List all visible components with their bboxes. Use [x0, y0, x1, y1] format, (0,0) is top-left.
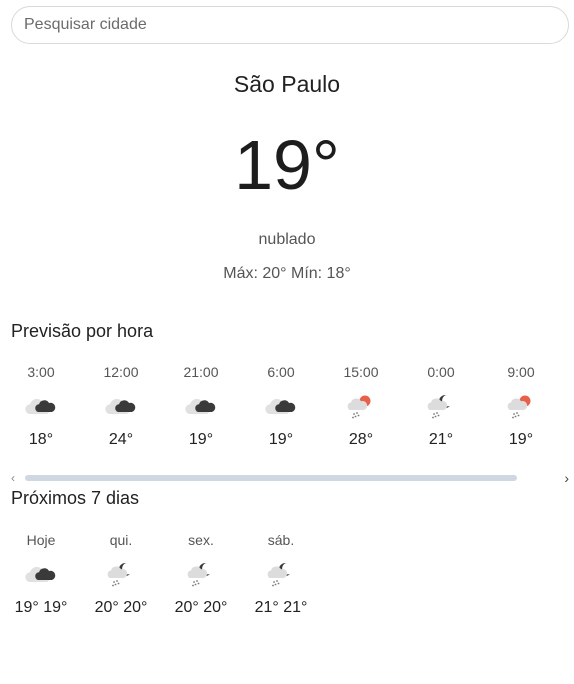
daily-item: sáb. 21° 21° — [251, 530, 311, 618]
hour-label: 0:00 — [427, 364, 455, 380]
current-temperature: 19° — [234, 126, 340, 204]
scroll-left-arrow[interactable]: ‹ — [11, 470, 15, 486]
hour-label: 6:00 — [267, 364, 295, 380]
scrollbar-thumb[interactable] — [25, 475, 517, 481]
hourly-item: 3:00 18° — [11, 362, 71, 450]
daily-item: sex. 20° 20° — [171, 530, 231, 618]
moon-rain-icon — [171, 550, 231, 598]
day-temperatures: 21° 21° — [254, 599, 308, 616]
day-temperatures: 20° 20° — [174, 599, 228, 616]
daily-forecast-title: Próximos 7 dias — [11, 488, 140, 508]
daily-item: Hoje 19° 19° — [11, 530, 71, 618]
weather-condition: nublado — [258, 231, 316, 248]
hour-temperature: 19° — [188, 431, 214, 448]
hour-label: 12:00 — [103, 364, 139, 380]
city-name: São Paulo — [233, 71, 341, 97]
daily-item: qui. 20° 20° — [91, 530, 151, 618]
hour-label: 15:00 — [343, 364, 379, 380]
search-input[interactable] — [11, 6, 569, 44]
hourly-scrollbar[interactable]: ‹ › — [11, 470, 569, 486]
hourly-item: 12:00 24° — [91, 362, 151, 450]
hourly-item: 0:00 21° — [411, 362, 471, 450]
day-label: qui. — [109, 532, 133, 548]
scroll-right-arrow[interactable]: › — [564, 470, 569, 486]
moon-rain-icon — [91, 550, 151, 598]
cloudy-night-icon — [91, 382, 151, 430]
day-temperatures: 20° 20° — [94, 599, 148, 616]
hour-temperature: 19° — [268, 431, 294, 448]
hour-temperature: 24° — [108, 431, 134, 448]
hour-label: 21:00 — [183, 364, 219, 380]
day-label: Hoje — [26, 532, 56, 548]
hour-temperature: 21° — [428, 431, 454, 448]
moon-rain-icon — [411, 382, 471, 430]
hourly-forecast-list: 3:00 18° 12:00 24° 21:00 19° 6:00 19° 15:00 28° 0:… — [0, 362, 574, 462]
daily-forecast-list: Hoje 19° 19° qui. 20° 20° sex. 20° 20° sáb. 21°… — [0, 530, 574, 630]
sun-rain-icon — [331, 382, 391, 430]
cloudy-night-icon — [171, 382, 231, 430]
hour-temperature: 19° — [508, 431, 534, 448]
hour-temperature: 18° — [28, 431, 54, 448]
hourly-item: 21:00 19° — [171, 362, 231, 450]
cloudy-night-icon — [11, 382, 71, 430]
hourly-item: 15:00 28° — [331, 362, 391, 450]
moon-rain-icon — [251, 550, 311, 598]
hour-label: 9:00 — [507, 364, 535, 380]
hour-label: 3:00 — [27, 364, 55, 380]
max-min-temperature: Máx: 20° Mín: 18° — [223, 265, 351, 282]
cloudy-night-icon — [251, 382, 311, 430]
hourly-item: 9:00 19° — [491, 362, 551, 450]
day-label: sex. — [188, 532, 214, 548]
day-label: sáb. — [267, 532, 295, 548]
sun-rain-icon — [491, 382, 551, 430]
hourly-item: 6:00 19° — [251, 362, 311, 450]
day-temperatures: 19° 19° — [14, 599, 68, 616]
hourly-forecast-title: Previsão por hora — [11, 321, 154, 341]
cloudy-night-icon — [11, 550, 71, 598]
hour-temperature: 28° — [348, 431, 374, 448]
